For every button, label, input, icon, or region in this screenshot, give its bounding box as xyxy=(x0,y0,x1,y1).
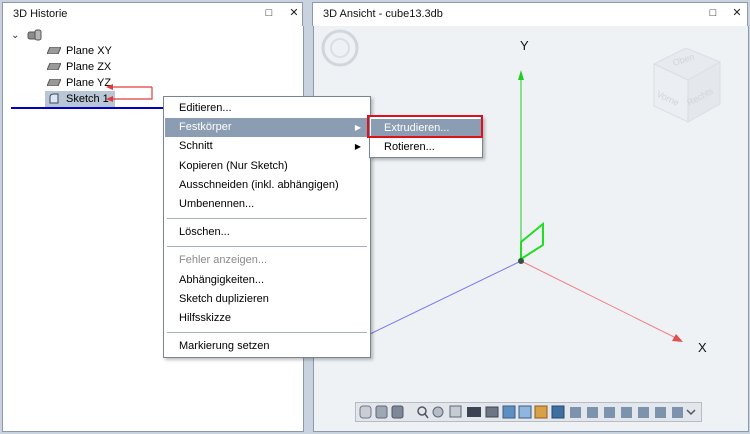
y-axis-arrow xyxy=(518,70,524,80)
menu-separator xyxy=(167,332,367,333)
menu-item-schnitt[interactable]: Schnitt ▶ xyxy=(165,137,369,156)
history-title: 3D Historie xyxy=(13,8,68,20)
viewport-tabbar: 3D Ansicht - cube13.3db □ ✕ xyxy=(310,0,750,26)
viewport-tab[interactable]: 3D Ansicht - cube13.3db □ ✕ xyxy=(312,2,748,26)
x-axis xyxy=(520,260,677,339)
menu-item-kopieren[interactable]: Kopieren (Nur Sketch) xyxy=(165,157,369,176)
view-back-icon[interactable] xyxy=(587,407,598,418)
3d-viewport[interactable]: Oben Vorne Rechts Y X xyxy=(313,26,749,432)
viewport-title: 3D Ansicht - cube13.3db xyxy=(323,8,443,20)
menu-item-editieren[interactable]: Editieren... xyxy=(165,99,369,118)
menu-separator xyxy=(167,246,367,247)
submenu-arrow-icon: ▶ xyxy=(354,123,361,132)
plane-icon xyxy=(47,63,61,70)
close-icon[interactable]: ✕ xyxy=(729,5,745,21)
menu-item-hilfsskizze[interactable]: Hilfsskizze xyxy=(165,309,369,328)
fit-icon[interactable] xyxy=(467,407,481,417)
perspective-icon[interactable] xyxy=(551,405,565,419)
sketch-icon xyxy=(49,93,59,104)
menu-item-loeschen[interactable]: Löschen... xyxy=(165,223,369,242)
x-axis-label: X xyxy=(698,340,707,355)
viewport-panel: 3D Ansicht - cube13.3db □ ✕ Oben Vorne R… xyxy=(310,0,750,434)
close-icon[interactable]: ✕ xyxy=(286,5,302,21)
toolbar-icons xyxy=(359,405,696,419)
restore-icon[interactable]: □ xyxy=(261,5,277,21)
view-left-icon[interactable] xyxy=(604,407,615,418)
menu-item-rotieren[interactable]: Rotieren... xyxy=(371,138,481,157)
menu-item-umbenennen[interactable]: Umbenennen... xyxy=(165,195,369,214)
tree-item-plane-zx[interactable]: Plane ZX xyxy=(47,59,167,75)
tree-item-label: Plane ZX xyxy=(66,61,112,73)
y-axis-label: Y xyxy=(520,38,529,53)
view-front-icon[interactable] xyxy=(570,407,581,418)
menu-item-abhaengigkeiten[interactable]: Abhängigkeiten... xyxy=(165,271,369,290)
menu-item-markierung-setzen[interactable]: Markierung setzen xyxy=(165,337,369,356)
material-icon[interactable] xyxy=(534,405,548,419)
menu-separator xyxy=(167,218,367,219)
view-bottom-icon[interactable] xyxy=(655,407,666,418)
menu-item-ausschneiden[interactable]: Ausschneiden (inkl. abhängigen) xyxy=(165,176,369,195)
rotate-icon[interactable] xyxy=(432,406,444,418)
x-axis-arrow xyxy=(672,334,683,342)
z-axis xyxy=(367,260,522,336)
menu-item-fehler-anzeigen: Fehler anzeigen... xyxy=(179,254,268,266)
restore-icon[interactable]: □ xyxy=(705,5,721,21)
chevron-down-icon[interactable] xyxy=(686,409,696,416)
view-toolbar xyxy=(355,402,702,422)
view-iso-icon[interactable] xyxy=(672,407,683,418)
view-cube-icon[interactable]: Oben Vorne Rechts xyxy=(652,47,722,123)
section-icon[interactable] xyxy=(485,406,499,418)
sketch-shape[interactable] xyxy=(520,221,544,261)
context-menu: Editieren... Festkörper ▶ Schnitt ▶ Kopi… xyxy=(163,96,371,358)
submenu-arrow-icon: ▶ xyxy=(354,142,361,151)
shading-solid-icon[interactable] xyxy=(375,405,388,419)
3d-scene: Oben Vorne Rechts Y X xyxy=(321,29,722,355)
navigation-ring-icon[interactable] xyxy=(321,29,359,67)
menu-item-label: Festkörper xyxy=(179,121,232,133)
history-tabbar: 3D Historie □ ✕ xyxy=(0,0,306,26)
plane-icon xyxy=(47,79,61,86)
part-icon xyxy=(27,29,42,41)
chevron-down-icon[interactable]: ⌄ xyxy=(11,30,19,41)
plane-icon xyxy=(47,47,61,54)
zoom-icon[interactable] xyxy=(417,406,429,419)
tree-item-label: Plane XY xyxy=(66,45,112,57)
render-icon[interactable] xyxy=(518,405,532,419)
origin-point xyxy=(518,258,524,264)
highlight-frame xyxy=(367,115,483,138)
grid-icon[interactable] xyxy=(502,405,516,419)
shading-edges-icon[interactable] xyxy=(391,405,404,419)
history-tab[interactable]: 3D Historie □ ✕ xyxy=(2,2,303,26)
menu-item-festkoerper[interactable]: Festkörper ▶ xyxy=(165,118,369,137)
pan-icon[interactable] xyxy=(449,405,462,418)
view-top-icon[interactable] xyxy=(638,407,649,418)
menu-item-label: Schnitt xyxy=(179,140,213,152)
tree-item-plane-xy[interactable]: Plane XY xyxy=(47,43,167,59)
view-right-icon[interactable] xyxy=(621,407,632,418)
menu-item-sketch-duplizieren[interactable]: Sketch duplizieren xyxy=(165,290,369,309)
callout-arrow xyxy=(106,84,153,102)
shading-icon[interactable] xyxy=(359,405,372,419)
